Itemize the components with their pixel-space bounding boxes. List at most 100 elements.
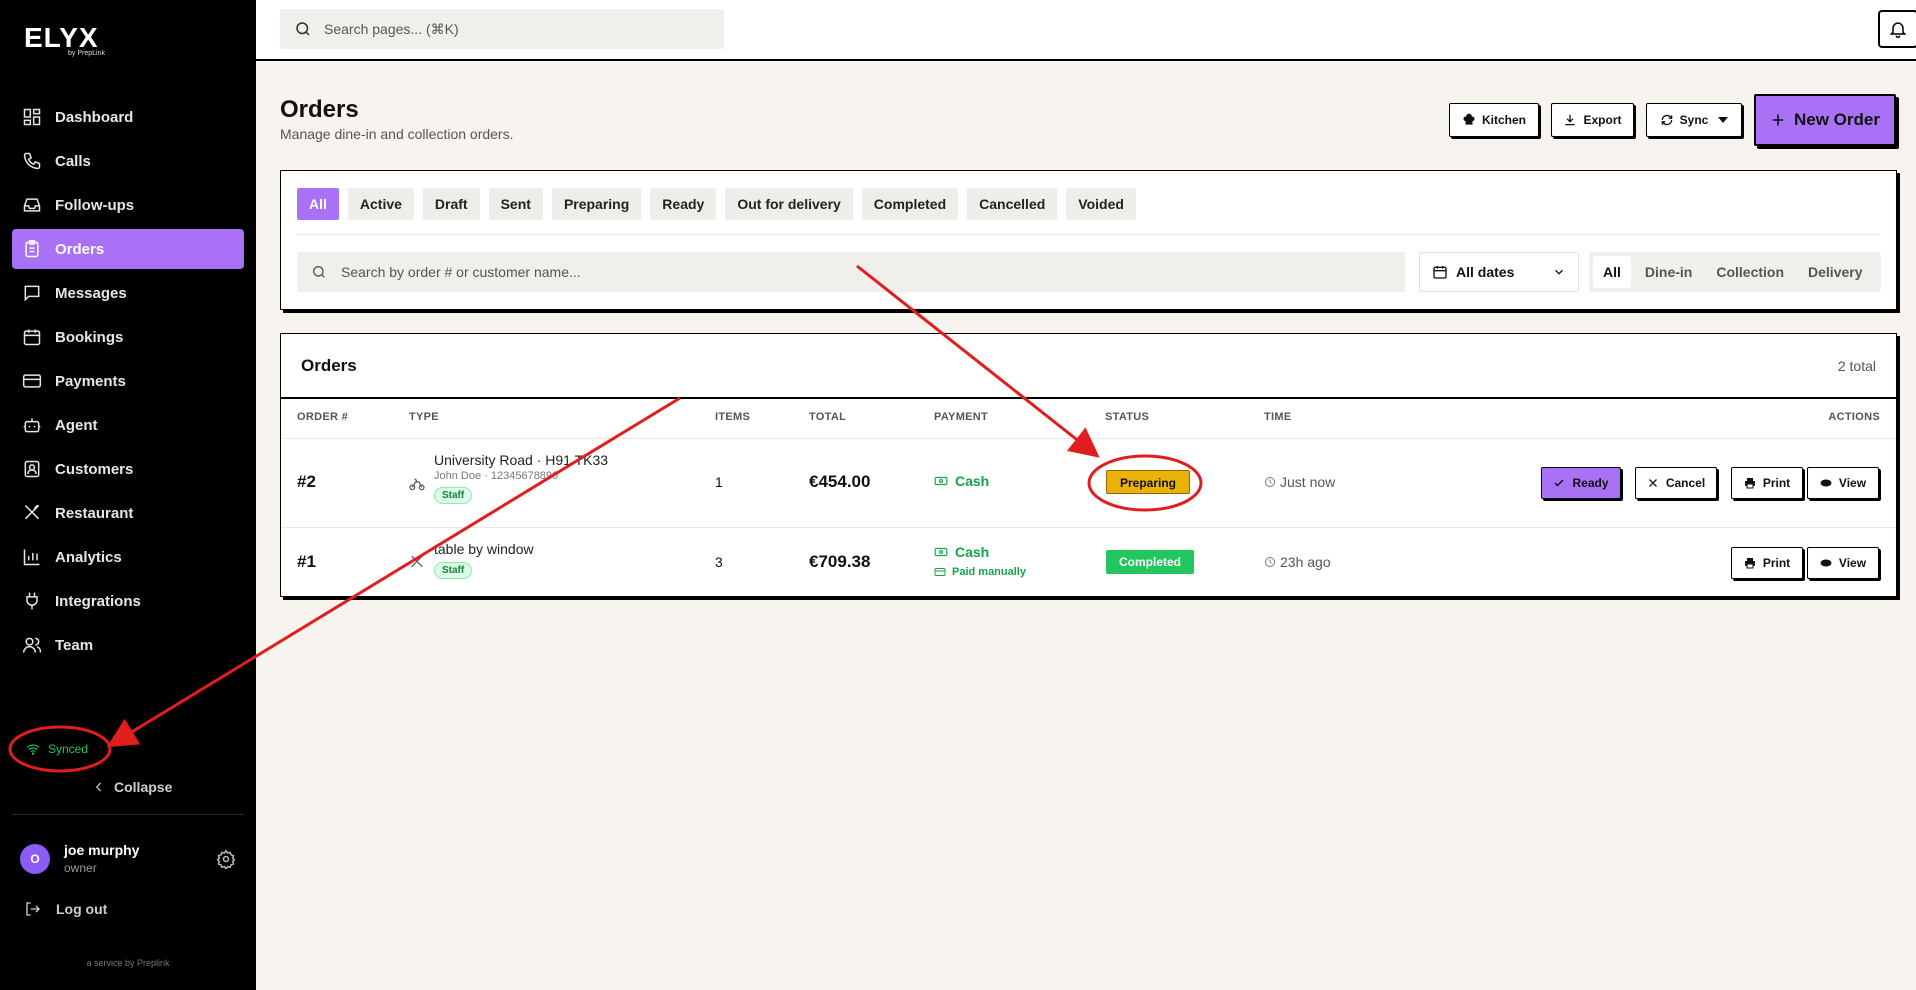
export-button[interactable]: Export (1551, 103, 1634, 137)
new-order-button[interactable]: New Order (1754, 94, 1896, 146)
sidebar: ELYX by PrepLink Dashboard Calls Follow-… (0, 0, 256, 990)
sidebar-item-orders[interactable]: Orders (12, 229, 244, 269)
export-label: Export (1583, 113, 1622, 127)
print-button[interactable]: Print (1731, 467, 1803, 499)
tab-sent[interactable]: Sent (488, 188, 543, 220)
calendar-icon (1433, 266, 1447, 279)
printer-icon (1744, 558, 1755, 569)
order-search[interactable] (297, 252, 1405, 292)
payment-method: Cash (934, 473, 989, 489)
printer-icon (1744, 478, 1755, 489)
clock-icon (1265, 477, 1275, 487)
inbox-icon (23, 198, 41, 212)
order-total: €709.38 (809, 552, 871, 571)
sidebar-nav: Dashboard Calls Follow-ups Orders Messag… (12, 97, 244, 669)
sidebar-item-label: Follow-ups (55, 196, 135, 214)
sidebar-item-analytics[interactable]: Analytics (12, 537, 244, 577)
brand-logo[interactable]: ELYX by PrepLink (24, 24, 105, 58)
column-header-payment[interactable]: PAYMENT (934, 411, 988, 423)
staff-badge: Staff (434, 487, 473, 504)
page-search-input[interactable] (324, 21, 704, 37)
type-tab-delivery[interactable]: Delivery (1798, 256, 1872, 288)
wifi-icon (26, 744, 40, 755)
utensils-crossed-icon (411, 555, 423, 568)
delivery-address: University Road · H91 TK33 (434, 452, 609, 468)
order-search-input[interactable] (341, 264, 1341, 280)
phone-icon (23, 152, 41, 170)
print-button[interactable]: Print (1731, 547, 1803, 579)
column-header-type[interactable]: TYPE (409, 411, 439, 423)
view-button[interactable]: View (1807, 467, 1879, 499)
order-number[interactable]: #1 (297, 552, 316, 572)
kitchen-label: Kitchen (1481, 113, 1526, 127)
sidebar-item-bookings[interactable]: Bookings (12, 317, 244, 357)
tab-all[interactable]: All (297, 188, 339, 220)
tab-preparing[interactable]: Preparing (551, 188, 642, 220)
column-header-time[interactable]: TIME (1264, 411, 1291, 423)
date-range-select[interactable]: All dates (1419, 252, 1579, 292)
check-icon (1554, 479, 1565, 487)
banknote-icon (934, 547, 948, 557)
view-button[interactable]: View (1807, 547, 1879, 579)
sidebar-item-label: Restaurant (55, 504, 134, 522)
sidebar-item-dashboard[interactable]: Dashboard (12, 97, 244, 137)
payment-label: Cash (955, 473, 990, 489)
print-label: Print (1762, 556, 1791, 570)
column-header-order[interactable]: ORDER # (297, 411, 348, 423)
sidebar-item-label: Messages (55, 284, 127, 302)
clipboard-icon (25, 239, 39, 258)
tab-draft[interactable]: Draft (422, 188, 480, 220)
chevron-left-icon (95, 782, 102, 792)
brand-byline: by PrepLink (68, 50, 105, 57)
sidebar-item-payments[interactable]: Payments (12, 361, 244, 401)
sidebar-item-customers[interactable]: Customers (12, 449, 244, 489)
order-time: Just now (1264, 474, 1335, 490)
collapse-button[interactable]: Collapse (92, 779, 172, 795)
ready-button[interactable]: Ready (1541, 467, 1621, 499)
eye-icon (1820, 559, 1832, 567)
gear-icon[interactable] (216, 849, 236, 869)
table-header-divider (281, 397, 1896, 399)
column-header-total[interactable]: TOTAL (809, 411, 846, 423)
type-tab-all[interactable]: All (1593, 256, 1631, 288)
sidebar-item-team[interactable]: Team (12, 625, 244, 665)
sync-button[interactable]: Sync (1646, 103, 1742, 137)
sidebar-item-follow-ups[interactable]: Follow-ups (12, 185, 244, 225)
tab-cancelled[interactable]: Cancelled (967, 188, 1058, 220)
notifications-button[interactable] (1878, 10, 1916, 48)
type-tab-collection[interactable]: Collection (1706, 256, 1794, 288)
page-title: Orders (280, 96, 359, 123)
logout-button[interactable]: Log out (24, 900, 107, 918)
column-header-status[interactable]: STATUS (1105, 411, 1149, 423)
cancel-label: Cancel (1665, 476, 1706, 490)
dashboard-icon (23, 108, 41, 126)
order-type-filter: All Dine-in Collection Delivery (1589, 252, 1881, 292)
sidebar-item-integrations[interactable]: Integrations (12, 581, 244, 621)
user-role: owner (64, 861, 97, 875)
tab-voided[interactable]: Voided (1066, 188, 1136, 220)
sidebar-item-label: Team (55, 636, 94, 654)
type-tab-dine-in[interactable]: Dine-in (1635, 256, 1702, 288)
sidebar-item-label: Integrations (55, 592, 141, 610)
tab-ready[interactable]: Ready (650, 188, 717, 220)
cancel-button[interactable]: Cancel (1635, 467, 1717, 499)
tab-active[interactable]: Active (347, 188, 414, 220)
user-profile[interactable]: O joe murphy owner (20, 842, 139, 875)
sidebar-item-restaurant[interactable]: Restaurant (12, 493, 244, 533)
page-search[interactable] (280, 9, 724, 49)
kitchen-button[interactable]: Kitchen (1449, 103, 1539, 137)
date-range-value: All dates (1456, 264, 1515, 280)
close-icon (1648, 479, 1657, 487)
column-header-items[interactable]: ITEMS (715, 411, 750, 423)
orders-table: Orders 2 total ORDER # TYPE ITEMS TOTAL … (280, 333, 1897, 597)
sidebar-item-calls[interactable]: Calls (12, 141, 244, 181)
users-icon (22, 637, 42, 653)
tab-completed[interactable]: Completed (861, 188, 959, 220)
sidebar-item-agent[interactable]: Agent (12, 405, 244, 445)
tab-out-for-delivery[interactable]: Out for delivery (725, 188, 853, 220)
order-time: 23h ago (1264, 554, 1331, 570)
order-number[interactable]: #2 (297, 472, 316, 492)
refresh-icon (1661, 114, 1672, 126)
page-subtitle: Manage dine-in and collection orders. (280, 126, 514, 142)
sidebar-item-messages[interactable]: Messages (12, 273, 244, 313)
